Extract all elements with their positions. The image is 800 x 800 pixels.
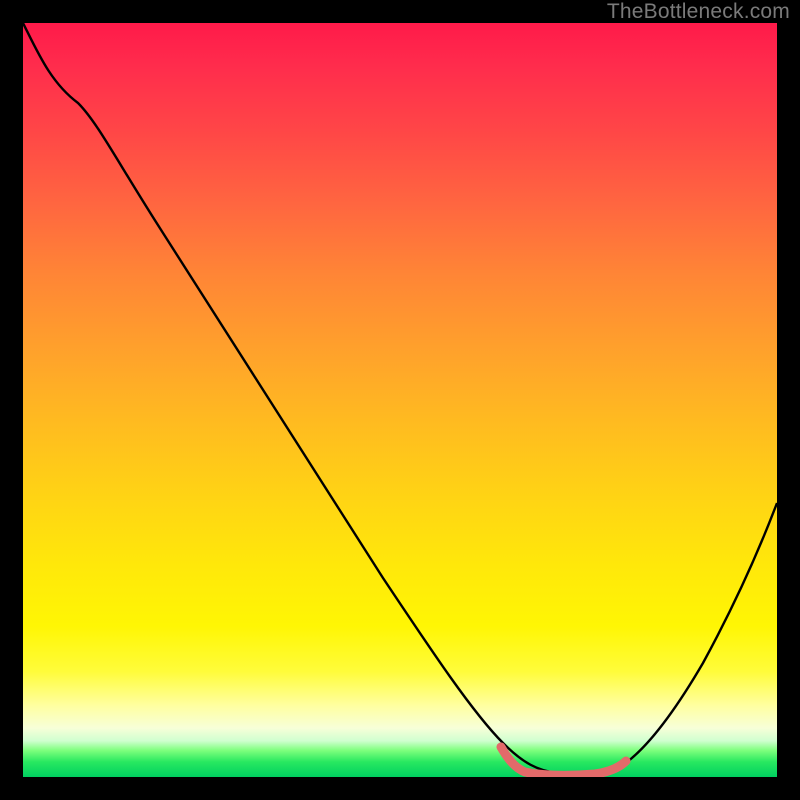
curve-path (23, 23, 777, 774)
watermark-text: TheBottleneck.com (607, 0, 790, 24)
minimum-marker (501, 747, 626, 775)
plot-area (23, 23, 777, 777)
chart-stage: TheBottleneck.com (0, 0, 800, 800)
bottleneck-curve (23, 23, 777, 777)
